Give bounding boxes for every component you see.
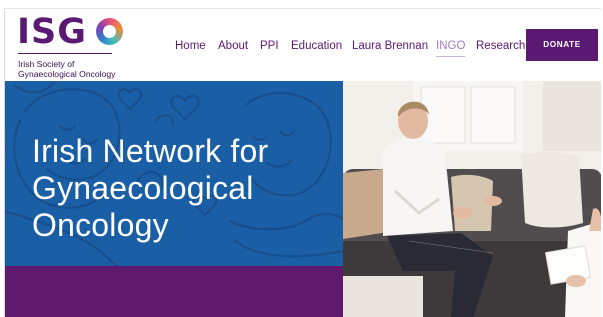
- nav-item-about[interactable]: About: [218, 39, 248, 53]
- logo-divider: [18, 53, 112, 54]
- nav-item-research[interactable]: Research: [476, 39, 525, 53]
- consultation-photo-illustration: [343, 81, 601, 317]
- logo-subtitle-line1: Irish Society of: [18, 59, 75, 69]
- logo-ring-icon: [96, 18, 123, 45]
- nav-item-laura-brennan[interactable]: Laura Brennan: [352, 39, 428, 53]
- nav-item-ingo[interactable]: INGO: [436, 39, 466, 57]
- hero-photo: [343, 81, 601, 317]
- hero-title-line1: Irish Network for: [32, 133, 269, 169]
- nav-item-home[interactable]: Home: [175, 39, 206, 53]
- hero-title: Irish Network for Gynaecological Oncolog…: [32, 133, 268, 244]
- nav-item-education[interactable]: Education: [291, 39, 342, 53]
- hero-title-line3: Oncology: [32, 207, 169, 243]
- donate-button[interactable]: DONATE: [526, 29, 598, 61]
- hero-banner: Irish Network for Gynaecological Oncolog…: [5, 81, 343, 266]
- hero-title-line2: Gynaecological: [32, 170, 254, 206]
- purple-band: [5, 266, 343, 317]
- nav-item-ppi[interactable]: PPI: [260, 39, 279, 53]
- page-frame: ISG Irish Society of Gynaecological Onco…: [4, 8, 601, 317]
- site-header: ISG Irish Society of Gynaecological Onco…: [5, 9, 601, 81]
- isgo-logo[interactable]: ISG Irish Society of Gynaecological Onco…: [17, 13, 137, 79]
- logo-subtitle-line2: Gynaecological Oncology: [18, 69, 116, 79]
- logo-wordmark: ISG: [17, 12, 87, 52]
